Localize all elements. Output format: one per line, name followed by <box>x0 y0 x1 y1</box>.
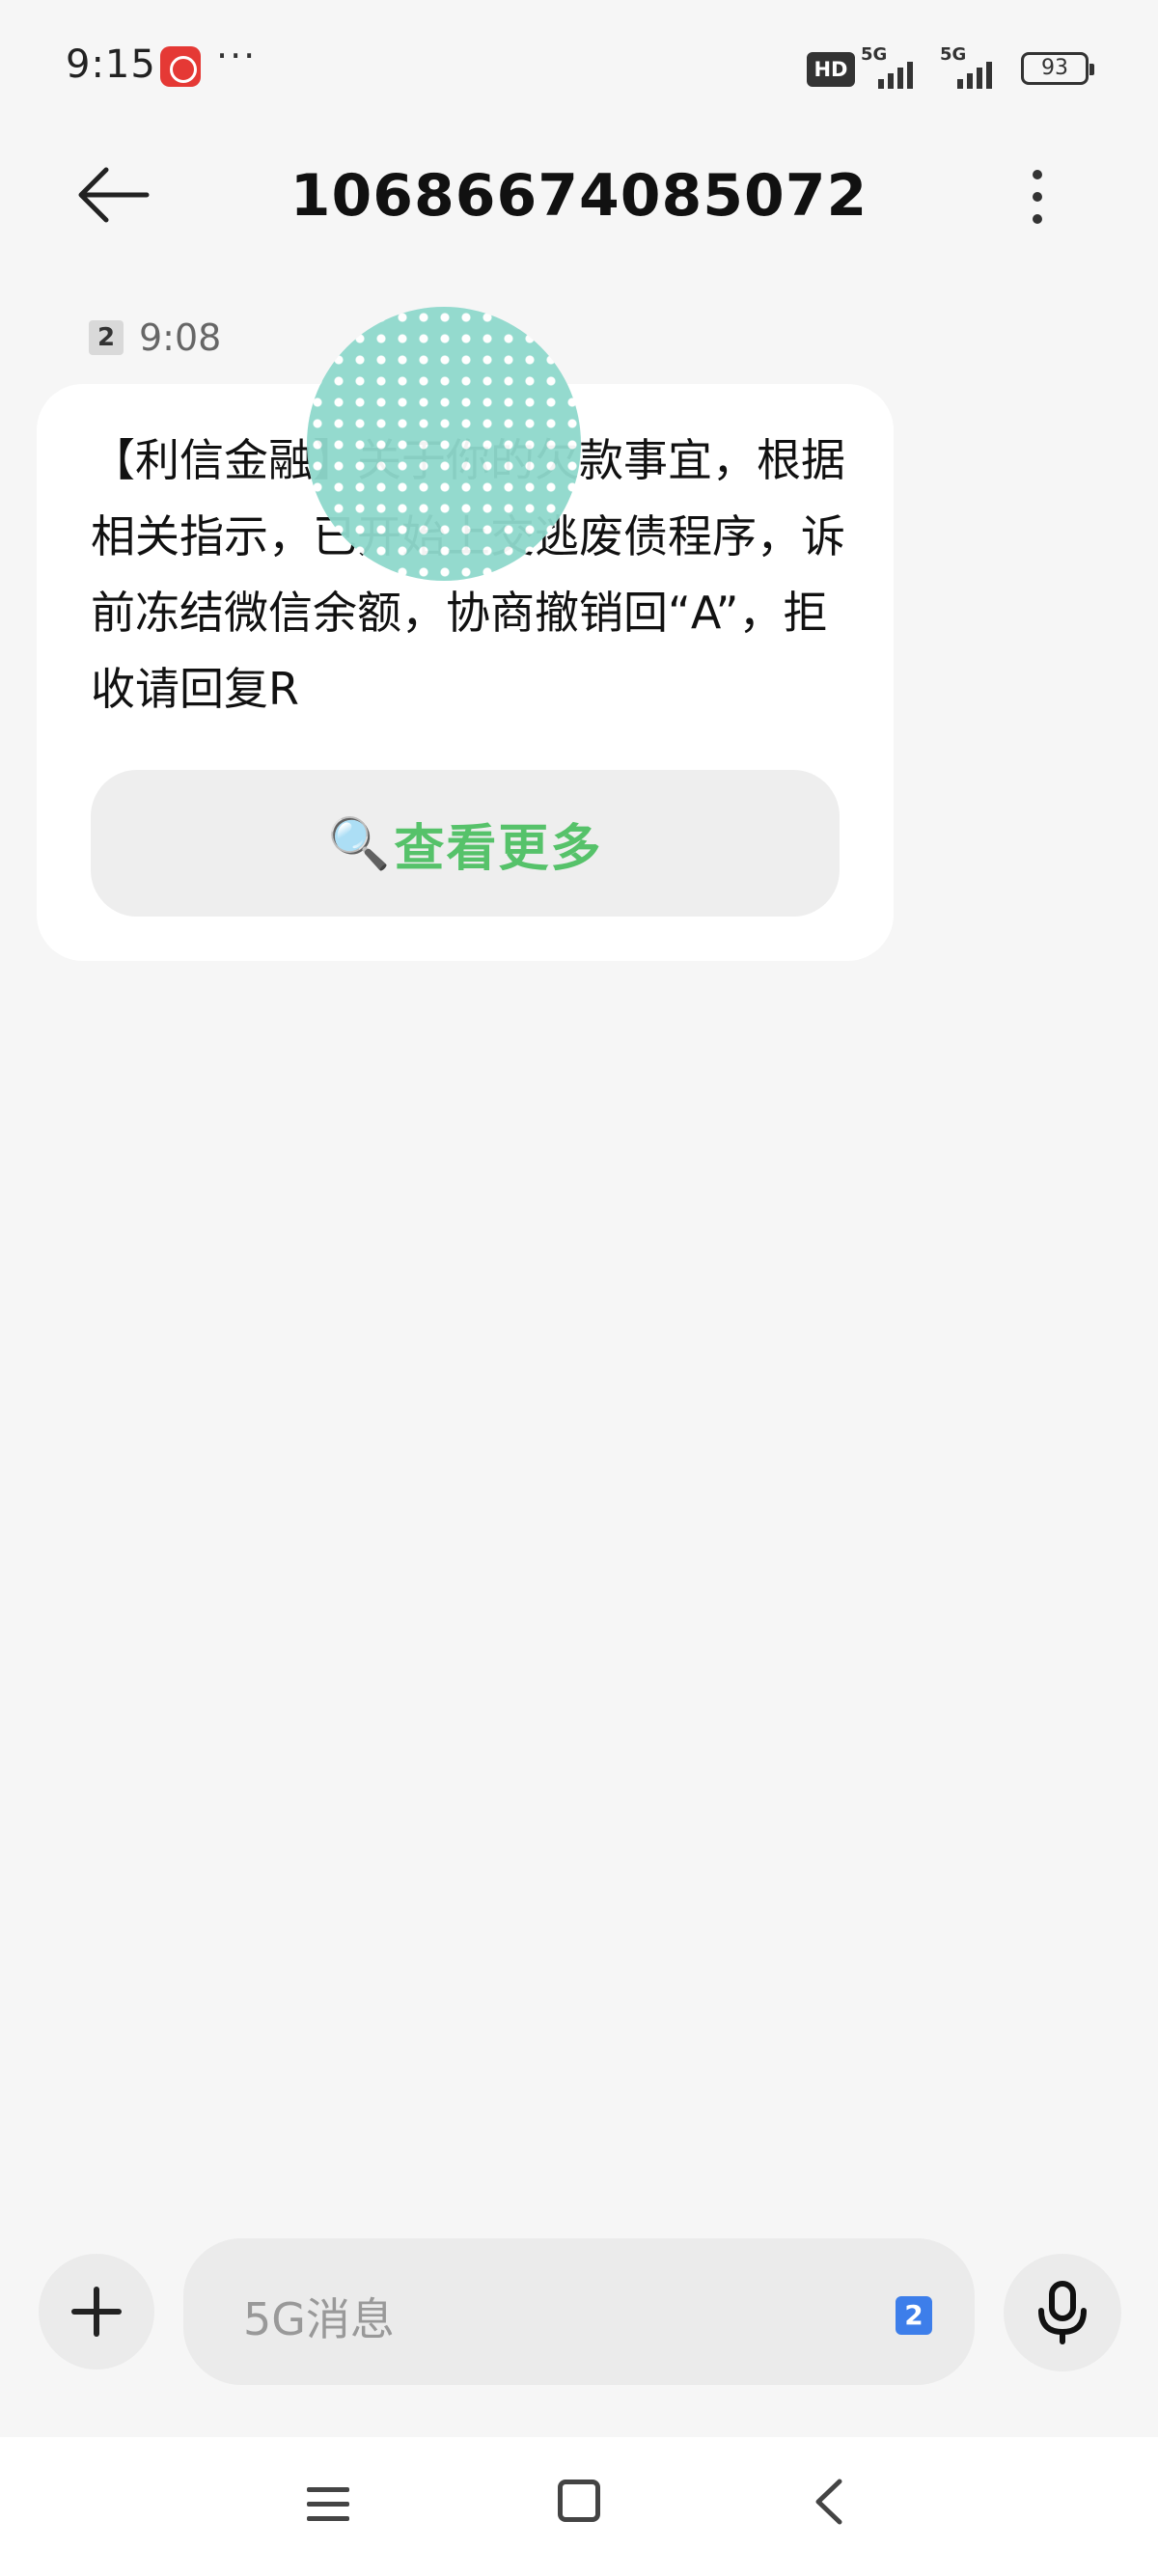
view-more-label: 查看更多 <box>394 819 603 878</box>
signal-sim2-icon: 5G <box>940 44 1002 89</box>
message-timestamp: 9:08 <box>139 316 222 359</box>
more-vertical-icon[interactable] <box>1018 158 1057 235</box>
voice-input-button[interactable] <box>1004 2254 1121 2371</box>
sim-badge: 2 <box>89 320 124 355</box>
composer-bar: 5G消息 2 <box>0 2238 1158 2385</box>
status-bar: 9:15 ··· HD 5G 5G 93 <box>0 0 1158 135</box>
view-more-button[interactable]: 🔍 查看更多 <box>91 770 840 917</box>
battery-level: 93 <box>1041 56 1068 80</box>
battery-icon: 93 <box>1021 52 1094 85</box>
search-icon: 🔍 <box>327 814 391 873</box>
system-navigation-bar <box>0 2437 1158 2576</box>
more-notifications-icon: ··· <box>216 35 258 77</box>
status-time: 9:15 <box>66 42 156 87</box>
message-input-placeholder: 5G消息 <box>243 2293 395 2345</box>
back-chevron-icon[interactable] <box>811 2478 849 2526</box>
menu-icon[interactable] <box>307 2485 349 2524</box>
contact-title: 10686674085072 <box>290 162 868 230</box>
sms-conversation-screen: 9:15 ··· HD 5G 5G 93 10686674085072 2 9:… <box>0 0 1158 2576</box>
signal-sim1-icon: 5G <box>861 44 923 89</box>
hd-voice-icon: HD <box>807 52 855 87</box>
conversation-header: 10686674085072 <box>0 135 1158 251</box>
redaction-dot-overlay <box>307 307 581 581</box>
message-input[interactable]: 5G消息 2 <box>183 2238 975 2385</box>
sim-select-icon[interactable]: 2 <box>896 2296 932 2335</box>
home-square-icon[interactable] <box>558 2480 600 2522</box>
add-attachment-button[interactable] <box>39 2254 154 2370</box>
app-notification-icon <box>160 46 201 87</box>
microphone-icon <box>1038 2281 1087 2344</box>
